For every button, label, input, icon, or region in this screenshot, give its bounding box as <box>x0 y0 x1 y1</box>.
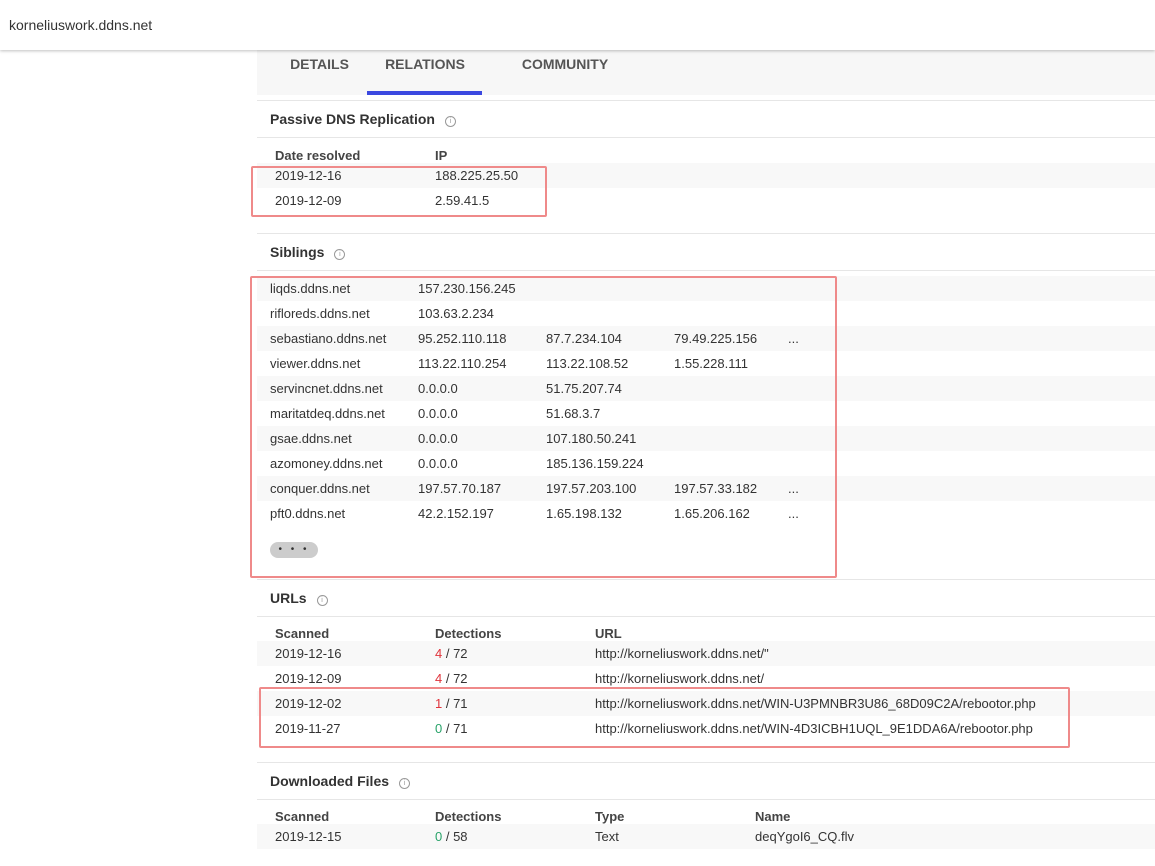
url-row-scanned: 2019-12-16 <box>275 646 342 661</box>
urls-col-url: URL <box>595 626 622 641</box>
info-icon[interactable]: i <box>316 595 328 606</box>
file-row-name[interactable]: deqYgoI6_CQ.flv <box>755 829 854 844</box>
urls-col-detections: Detections <box>435 626 502 641</box>
info-icon[interactable]: i <box>334 249 346 260</box>
info-icon[interactable]: i <box>399 778 411 789</box>
pdns-col-ip: IP <box>435 148 448 163</box>
url-row-link[interactable]: http://korneliuswork.ddns.net/" <box>595 646 769 661</box>
highlight-box <box>250 276 837 578</box>
files-col-name: Name <box>755 809 791 824</box>
file-row-detections: 0 / 58 <box>435 829 468 844</box>
tab-details[interactable]: DETAILS <box>287 56 352 96</box>
highlight-box <box>251 166 547 217</box>
file-row-type: Text <box>595 829 619 844</box>
pdns-title: Passive DNS Replication <box>270 111 435 127</box>
urls-title: URLs <box>270 590 307 606</box>
highlight-box <box>259 687 1070 748</box>
tab-bar: DETAILS RELATIONS COMMUNITY <box>257 50 1155 95</box>
files-section-header: Downloaded Files i <box>257 762 1155 800</box>
urls-section-header: URLs i <box>257 579 1155 617</box>
top-bar: korneliuswork.ddns.net <box>0 0 1155 50</box>
siblings-title: Siblings <box>270 244 325 260</box>
pdns-section-header: Passive DNS Replication i <box>257 100 1155 138</box>
file-row-scanned: 2019-12-15 <box>275 829 342 844</box>
files-col-type: Type <box>595 809 625 824</box>
active-tab-indicator <box>367 91 482 95</box>
files-col-scanned: Scanned <box>275 809 330 824</box>
url-row-link[interactable]: http://korneliuswork.ddns.net/ <box>595 671 764 686</box>
domain-title: korneliuswork.ddns.net <box>9 17 153 33</box>
url-row-detections: 4 / 72 <box>435 646 468 661</box>
tab-relations[interactable]: RELATIONS <box>375 56 475 96</box>
pdns-col-date: Date resolved <box>275 148 361 163</box>
table-row-stripe <box>257 824 1155 849</box>
tab-community[interactable]: COMMUNITY <box>515 56 615 96</box>
files-col-detections: Detections <box>435 809 502 824</box>
info-icon[interactable]: i <box>444 116 456 127</box>
url-row-scanned: 2019-12-09 <box>275 671 342 686</box>
files-title: Downloaded Files <box>270 773 390 789</box>
url-row-detections: 4 / 72 <box>435 671 468 686</box>
siblings-section-header: Siblings i <box>257 233 1155 271</box>
urls-col-scanned: Scanned <box>275 626 330 641</box>
